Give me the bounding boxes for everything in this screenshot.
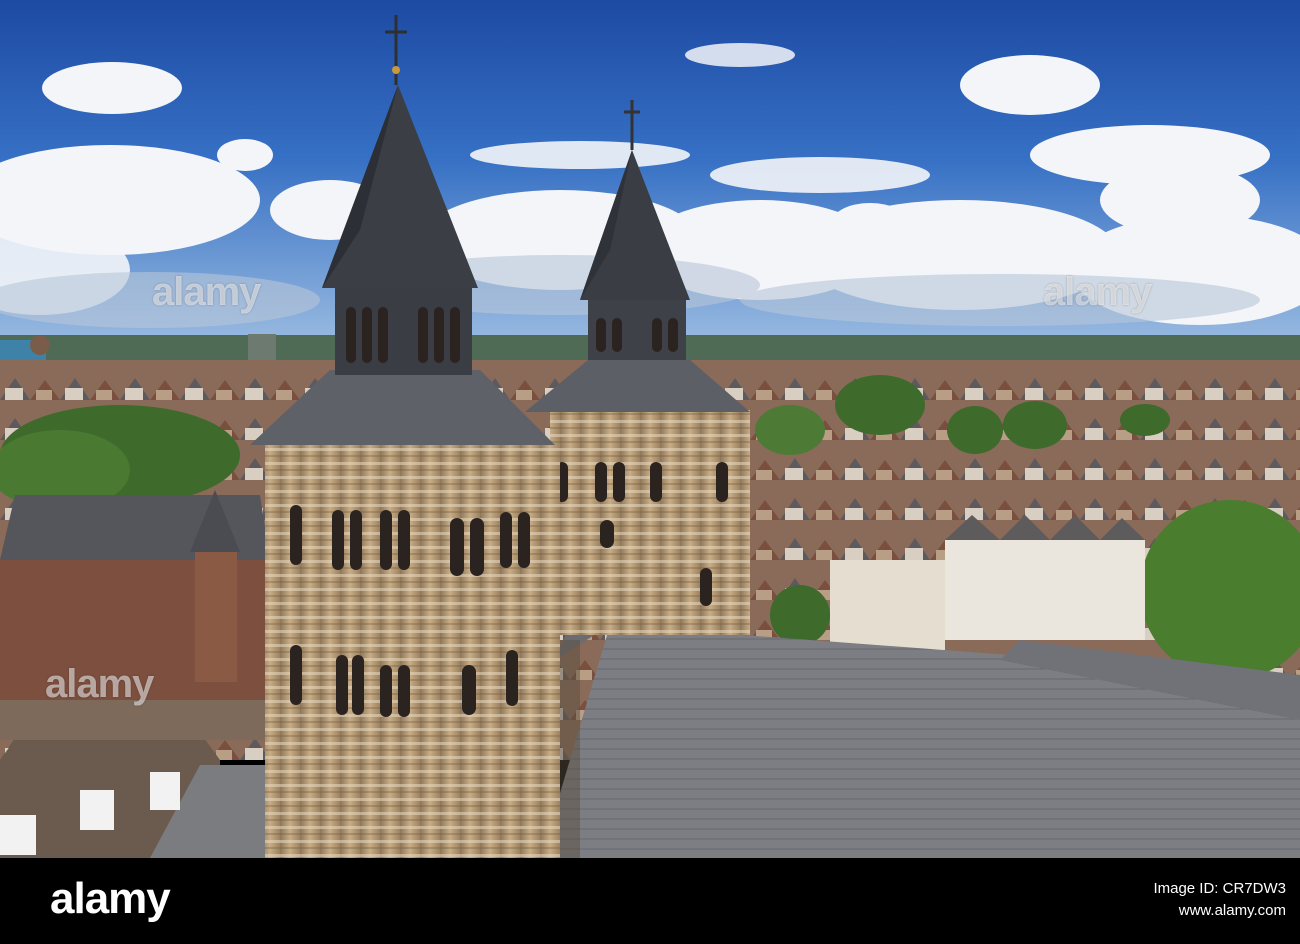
photo-illustration: [0, 0, 1300, 858]
alamy-logo[interactable]: alamy: [50, 874, 171, 924]
watermark: alamy: [45, 662, 154, 706]
watermark: alamy: [152, 270, 261, 314]
image-id: Image ID: CR7DW3: [1153, 880, 1286, 897]
photo-maastricht-basilica: alamy alamy alamy: [0, 0, 1300, 858]
site-url[interactable]: www.alamy.com: [1153, 900, 1286, 922]
footer-bar: alamy Image ID: CR7DW3 www.alamy.com: [0, 858, 1300, 944]
image-reference: Image ID: CR7DW3 www.alamy.com: [1153, 878, 1286, 922]
stock-photo-frame: alamy alamy alamy alamy Image ID: CR7DW3…: [0, 0, 1300, 944]
watermark: alamy: [1043, 270, 1152, 314]
